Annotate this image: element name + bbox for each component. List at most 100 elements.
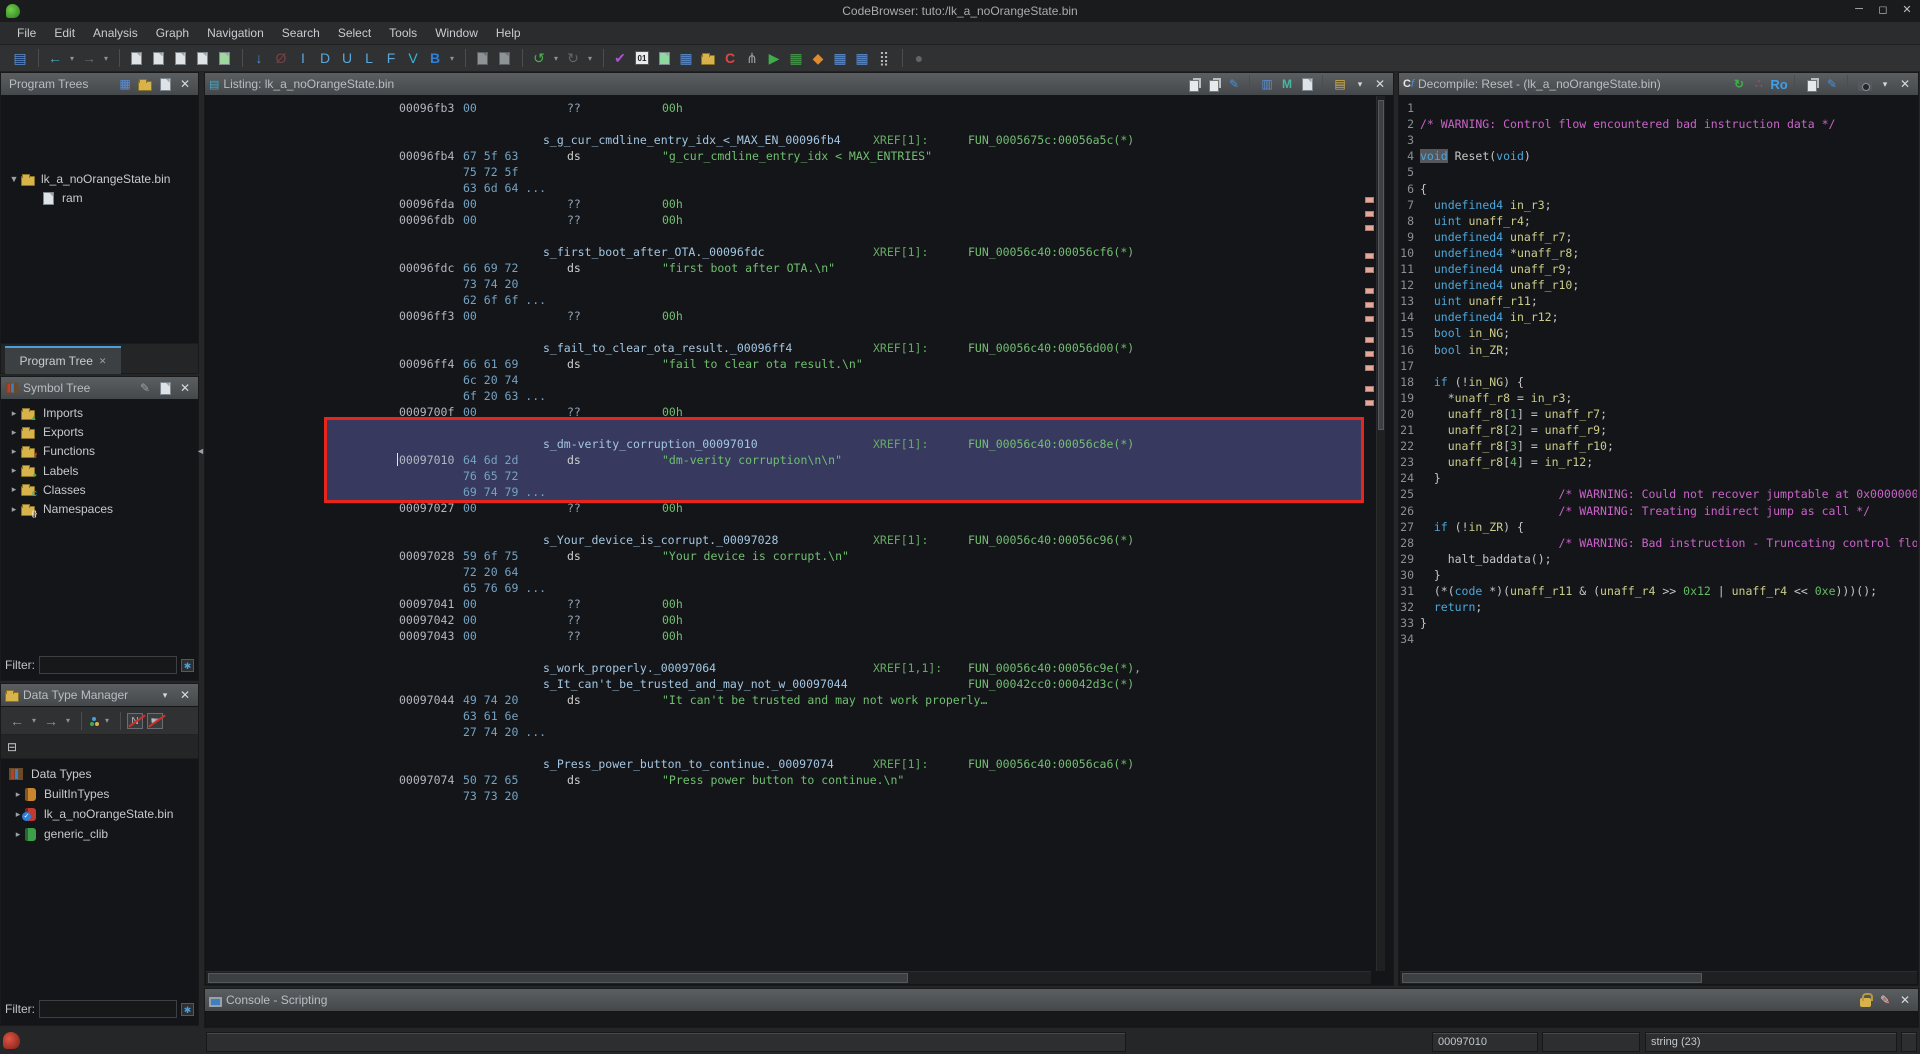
listing-row[interactable]: 00096ff466 61 69ds"fail to clear ota res… <box>205 356 1371 372</box>
dtm-back-dropdown[interactable]: ▾ <box>29 711 39 731</box>
decompile-line[interactable]: 31 (*(code *)(unaff_r11 & (unaff_r4 >> 0… <box>1399 583 1917 599</box>
snapshot-icon[interactable]: ✎ <box>1225 75 1243 93</box>
decompile-line[interactable]: 4void Reset(void) <box>1399 148 1917 164</box>
listing-row[interactable]: s_first_boot_after_OTA._00096fdcXREF[1]:… <box>205 244 1371 260</box>
decompile-line[interactable]: 19 *unaff_r8 = in_r3; <box>1399 390 1917 406</box>
search-result-mark[interactable] <box>1365 351 1374 357</box>
dtm-item-row[interactable]: ▸BuiltInTypes <box>11 787 109 801</box>
decompile-line[interactable]: 26 /* WARNING: Treating indirect jump as… <box>1399 503 1917 519</box>
open-tree-folder-icon[interactable] <box>136 75 154 93</box>
search-result-mark[interactable] <box>1365 225 1374 231</box>
search-result-mark[interactable] <box>1365 211 1374 217</box>
refresh-icon[interactable]: ↻ <box>1730 75 1748 93</box>
tab-close-icon[interactable]: ✕ <box>99 356 107 367</box>
decompile-line[interactable]: 29 halt_baddata(); <box>1399 551 1917 567</box>
copy-icon[interactable] <box>1803 75 1821 93</box>
goto-symbol-icon[interactable] <box>156 379 174 397</box>
collapse-all-icon[interactable]: ⊟ <box>7 740 17 754</box>
listing-row[interactable]: 00096fdc66 69 72ds"first boot after OTA.… <box>205 260 1371 276</box>
clear-code-icon[interactable] <box>654 48 674 68</box>
decompile-line[interactable]: 10 undefined4 *unaff_r8; <box>1399 245 1917 261</box>
edit-pencil-icon[interactable]: ✎ <box>136 379 154 397</box>
menu-file[interactable]: File <box>8 23 45 43</box>
chevron-right-icon[interactable]: ▸ <box>7 446 21 457</box>
chevron-right-icon[interactable]: ▸ <box>7 465 21 476</box>
search-result-mark[interactable] <box>1365 302 1374 308</box>
decompile-line[interactable]: 33} <box>1399 615 1917 631</box>
listing-row[interactable]: 00096ff300??00h <box>205 308 1371 324</box>
decompile-line[interactable]: 22 unaff_r8[3] = unaff_r10; <box>1399 438 1917 454</box>
chevron-right-icon[interactable]: ▸ <box>7 427 21 438</box>
copy-icon[interactable] <box>1185 75 1203 93</box>
decompile-line[interactable]: 9 undefined4 unaff_r7; <box>1399 229 1917 245</box>
filter-options-icon[interactable]: ✱ <box>181 1003 194 1016</box>
diamond-icon[interactable]: ◆ <box>808 48 828 68</box>
camera-icon[interactable] <box>1856 75 1874 93</box>
back-icon[interactable]: ← <box>45 48 65 68</box>
listing-row[interactable]: s_fail_to_clear_ota_result._00096ff4XREF… <box>205 340 1371 356</box>
listing-hscrollbar[interactable] <box>206 971 1371 984</box>
label-letter-icon[interactable]: L <box>359 48 379 68</box>
dtm-no-pointers-icon[interactable]: ☛ <box>147 713 163 729</box>
splitter-grip-icon[interactable]: ◄ <box>196 446 205 456</box>
close-button[interactable]: ✕ <box>1900 3 1914 16</box>
chevron-right-icon[interactable]: ▸ <box>11 789 25 800</box>
program-tree-ram-row[interactable]: ram <box>43 191 83 205</box>
go-down-icon[interactable]: ↓ <box>249 48 269 68</box>
patch-out-icon[interactable] <box>126 48 146 68</box>
dtm-no-types-icon[interactable]: N <box>127 713 143 729</box>
menu-navigation[interactable]: Navigation <box>198 23 273 43</box>
listing-row[interactable]: s_g_cur_cmdline_entry_idx_<_MAX_EN_00096… <box>205 132 1371 148</box>
symbol-tree-item-labels[interactable]: ▸●Labels <box>7 464 78 478</box>
memory-map-icon[interactable] <box>214 48 234 68</box>
minimize-button[interactable]: ─ <box>1852 3 1866 16</box>
back-dropdown[interactable]: ▾ <box>67 48 77 68</box>
close-panel-icon[interactable]: ✕ <box>1896 991 1914 1009</box>
decompile-line[interactable]: 7 undefined4 in_r3; <box>1399 197 1917 213</box>
curve-icon[interactable]: C <box>720 48 740 68</box>
listing-row[interactable]: 62 6f 6f ... <box>205 292 1371 308</box>
listing-row[interactable]: 00096fdb00??00h <box>205 212 1371 228</box>
search-result-mark[interactable] <box>1365 197 1374 203</box>
scroll-lock-icon[interactable] <box>1856 991 1874 1009</box>
clear-console-icon[interactable]: ✎ <box>1876 991 1894 1009</box>
undo-icon[interactable]: ↺ <box>529 48 549 68</box>
dtm-filter-input[interactable] <box>39 1000 177 1018</box>
table-view-icon[interactable]: ▦ <box>676 48 696 68</box>
listing-row[interactable]: 6f 20 63 ... <box>205 388 1371 404</box>
listing-row[interactable]: 0009704300??00h <box>205 628 1371 644</box>
chevron-right-icon[interactable]: ▸ <box>7 504 21 515</box>
dtm-hierarchy-dropdown[interactable]: ▾ <box>102 711 112 731</box>
search-result-mark[interactable] <box>1365 267 1374 273</box>
menu-select[interactable]: Select <box>329 23 380 43</box>
call-tree-icon[interactable]: ⋔ <box>742 48 762 68</box>
symbol-tree-item-functions[interactable]: ▸fFunctions <box>7 444 95 458</box>
export-page-icon[interactable] <box>170 48 190 68</box>
symbol-tree-item-namespaces[interactable]: ▸{}Namespaces <box>7 502 113 516</box>
menu-analysis[interactable]: Analysis <box>84 23 147 43</box>
pointer-in-icon[interactable] <box>472 48 492 68</box>
close-panel-icon[interactable]: ✕ <box>1371 75 1389 93</box>
letters-dropdown[interactable]: ▾ <box>447 48 457 68</box>
search-result-mark[interactable] <box>1365 400 1374 406</box>
dtm-forward-dropdown[interactable]: ▾ <box>63 711 73 731</box>
validate-icon[interactable]: ✔ <box>610 48 630 68</box>
symbol-tree-item-exports[interactable]: ▸Exports <box>7 425 84 439</box>
dtm-item-row[interactable]: ▸generic_clib <box>11 827 108 841</box>
pointer-out-icon[interactable] <box>494 48 514 68</box>
insert-letter-icon[interactable]: I <box>293 48 313 68</box>
video-icon[interactable]: ▦ <box>786 48 806 68</box>
filter-options-icon[interactable]: ✱ <box>181 659 194 672</box>
dtm-forward-icon[interactable]: → <box>41 711 61 731</box>
header-dropdown-icon[interactable]: ▾ <box>1351 75 1369 93</box>
listing-row[interactable]: 0009707450 72 65ds"Press power button to… <box>205 772 1371 788</box>
decompile-line[interactable]: 17 <box>1399 358 1917 374</box>
decompile-line[interactable]: 24 } <box>1399 470 1917 486</box>
redo-dropdown[interactable]: ▾ <box>585 48 595 68</box>
list-options-icon[interactable]: ▤ <box>1331 75 1349 93</box>
menu-edit[interactable]: Edit <box>45 23 84 43</box>
forward-icon[interactable]: → <box>79 48 99 68</box>
search-result-mark[interactable] <box>1365 386 1374 392</box>
decompile-line[interactable]: 20 unaff_r8[1] = unaff_r7; <box>1399 406 1917 422</box>
menu-tools[interactable]: Tools <box>380 23 426 43</box>
